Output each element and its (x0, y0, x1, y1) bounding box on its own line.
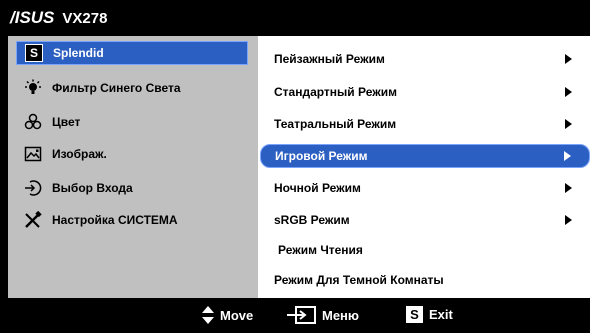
model-name: VX278 (62, 9, 108, 27)
menu-item-color[interactable]: Цвет (16, 110, 248, 134)
asus-logo: /ISUS (10, 8, 55, 27)
arrow-right-icon (565, 87, 572, 97)
arrow-right-icon (564, 151, 571, 161)
arrow-right-icon (565, 183, 572, 193)
menu-label: Меню (322, 307, 360, 323)
submenu-item-label: sRGB Режим (274, 213, 350, 227)
menu-item-blue-light-filter[interactable]: Фильтр Синего Света (16, 76, 248, 100)
main-menu-panel: S Splendid Фильтр Синего Света Цвет Изоб… (8, 36, 258, 298)
enter-key-icon (286, 306, 316, 324)
submenu-item-label: Пейзажный Режим (274, 52, 385, 66)
submenu-item-game-mode[interactable]: Игровой Режим (260, 144, 590, 168)
arrow-right-icon (565, 215, 572, 225)
exit-hint: S Exit (406, 306, 453, 323)
menu-item-label: Изображ. (52, 147, 107, 161)
menu-item-system-setup[interactable]: Настройка СИСТЕМА (16, 208, 248, 232)
move-label: Move (220, 307, 254, 323)
blue-light-bulb-icon (24, 79, 42, 97)
tools-icon (24, 211, 42, 229)
submenu-item-label: Стандартный Режим (274, 85, 397, 99)
menu-item-input-select[interactable]: Выбор Входа (16, 176, 248, 200)
submenu-item-label: Игровой Режим (275, 149, 368, 163)
brand: /ISUS VX278 (10, 8, 107, 28)
submenu-item-srgb-mode[interactable]: sRGB Режим (268, 208, 590, 232)
menu-item-label: Цвет (52, 115, 81, 129)
menu-item-label: Выбор Входа (52, 181, 133, 195)
arrow-right-icon (565, 54, 572, 64)
submenu-item-label: Театральный Режим (274, 117, 397, 131)
submenu-item-label: Режим Чтения (278, 243, 363, 257)
submenu-item-theater-mode[interactable]: Театральный Режим (268, 112, 590, 136)
submenu-item-standard-mode[interactable]: Стандартный Режим (268, 80, 590, 104)
submenu-item-scenery-mode[interactable]: Пейзажный Режим (268, 47, 590, 71)
menu-item-label: Фильтр Синего Света (52, 81, 181, 95)
menu-item-splendid[interactable]: S Splendid (16, 41, 248, 65)
color-circles-icon (24, 113, 42, 131)
move-hint: Move (202, 306, 253, 324)
menu-item-label: Настройка СИСТЕМА (52, 213, 178, 227)
submenu-item-reading-mode[interactable]: Режим Чтения (268, 238, 590, 262)
menu-item-image[interactable]: Изображ. (16, 142, 248, 166)
submenu-item-label: Ночной Режим (274, 181, 361, 195)
arrow-right-icon (565, 119, 572, 129)
splendid-s-key-icon: S (406, 306, 423, 323)
title-bar: /ISUS VX278 (0, 0, 590, 36)
osd-window: /ISUS VX278 S Splendid Фильтр Синего Све… (0, 0, 590, 333)
input-select-icon (24, 179, 42, 197)
bottom-hint-bar: Move Меню S Exit (0, 298, 590, 333)
submenu-item-night-mode[interactable]: Ночной Режим (268, 176, 590, 200)
image-icon (24, 145, 42, 163)
exit-label: Exit (429, 307, 453, 322)
menu-item-label: Splendid (53, 46, 104, 60)
splendid-submenu-panel: Пейзажный Режим Стандартный Режим Театра… (258, 36, 590, 298)
menu-hint: Меню (286, 306, 359, 324)
submenu-item-darkroom-mode[interactable]: Режим Для Темной Комнаты (268, 268, 590, 292)
submenu-item-label: Режим Для Темной Комнаты (274, 273, 444, 287)
splendid-s-icon: S (25, 44, 43, 62)
up-down-arrows-icon (202, 306, 214, 324)
